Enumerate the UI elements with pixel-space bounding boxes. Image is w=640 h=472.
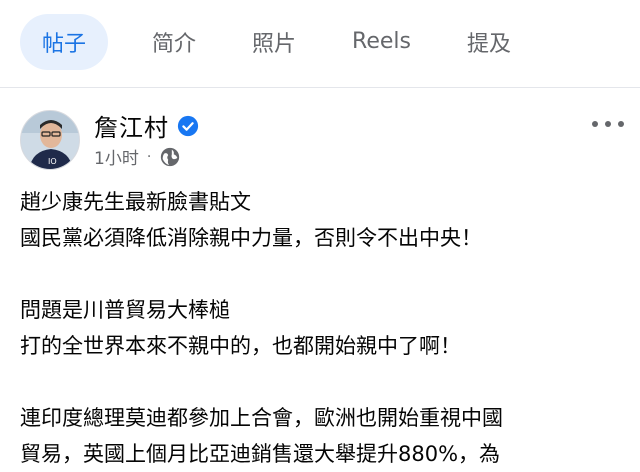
svg-text:IO: IO [48,157,57,166]
tab-photos[interactable]: 照片 [240,14,308,70]
tab-mentions[interactable]: 提及 [455,14,523,70]
more-options-icon[interactable] [592,112,624,136]
author-name[interactable]: 詹江村 [94,108,169,143]
globe-icon[interactable] [159,146,181,168]
avatar[interactable]: IO [20,110,80,170]
post-time[interactable]: 1小时 [94,144,139,169]
post-header: IO 詹江村 1小时 · [0,88,640,188]
profile-tabs: 帖子 简介 照片 Reels 提及 [0,0,640,88]
tab-reels[interactable]: Reels [340,14,423,70]
post-line: 趙少康先生最新臉書貼文 [20,190,251,214]
post-line: 打的全世界本來不親中的，也都開始親中了啊！ [20,334,461,358]
post-line: 問題是川普貿易大棒槌 [20,298,230,322]
post-line: 國民黨必須降低消除親中力量，否則令不出中央！ [20,226,482,250]
tab-posts[interactable]: 帖子 [20,13,109,70]
tab-about[interactable]: 简介 [140,14,208,70]
post-line: 連印度總理莫迪都參加上合會，歐洲也開始重視中國 [20,406,503,430]
meta-separator: · [146,148,152,165]
more-dot [618,121,624,127]
author-row: 詹江村 [94,108,199,143]
verified-badge-icon [177,115,199,136]
more-dot [592,121,598,127]
post-line: 貿易，英國上個月比亞迪銷售還大舉提升880%，為 [20,442,501,466]
post-meta: 1小时 · [94,144,181,169]
post-body: 趙少康先生最新臉書貼文 國民黨必須降低消除親中力量，否則令不出中央！ 問題是川普… [20,184,630,472]
more-dot [605,121,611,127]
avatar-image: IO [21,111,79,169]
